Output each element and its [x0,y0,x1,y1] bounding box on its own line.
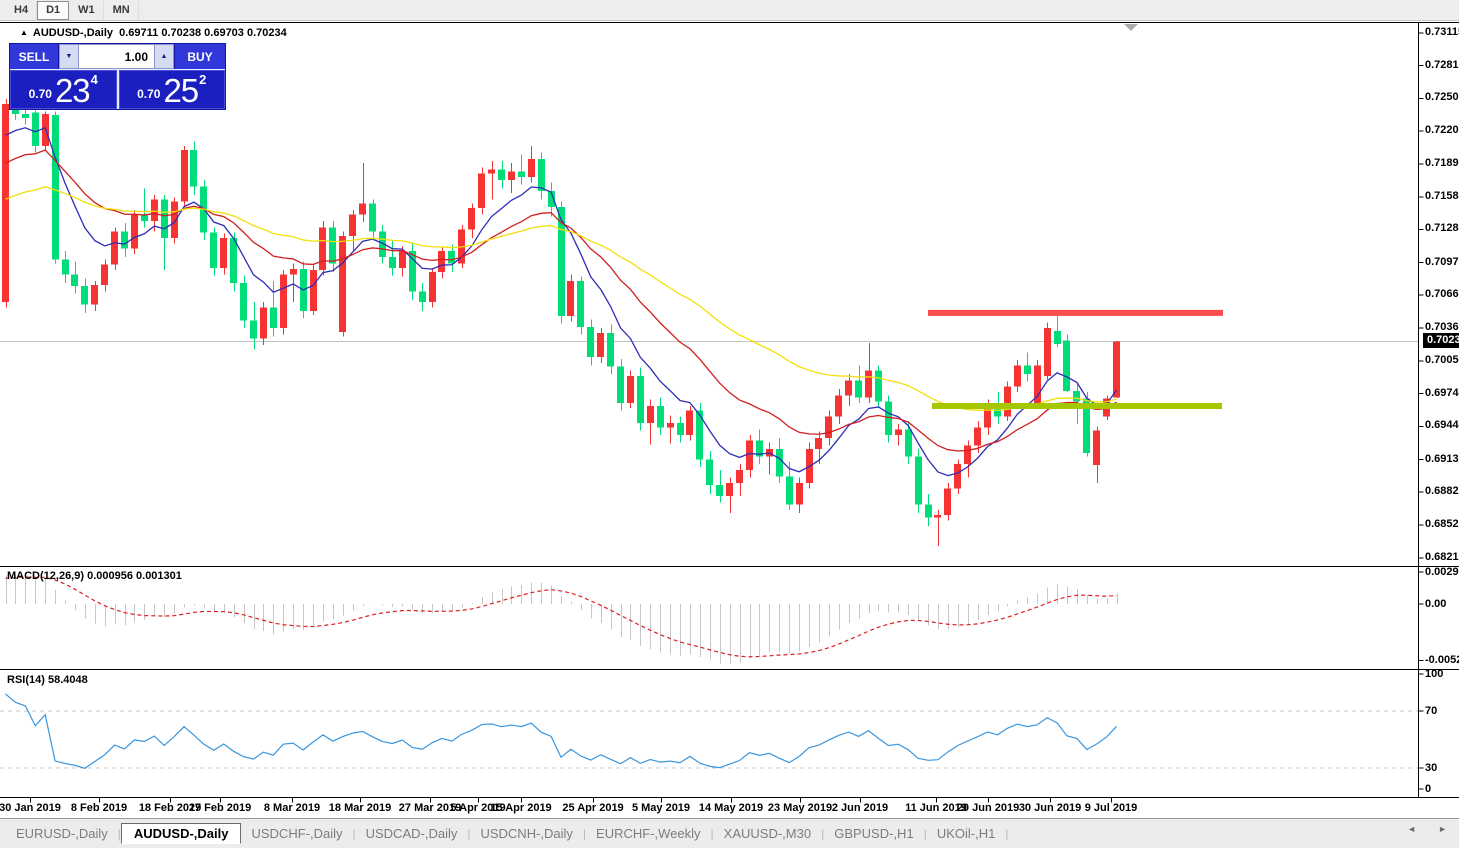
timeframe-button-mn[interactable]: MN [104,0,139,20]
price-axis-label: 0.73115 [1425,26,1459,38]
volume-increase-button[interactable]: ▲ [154,44,174,69]
scroll-position-marker-icon [1124,24,1138,31]
sell-button[interactable]: SELL [10,44,59,69]
buy-price-pip-digit: 2 [199,72,207,87]
symbol-tab-audusd-daily[interactable]: AUDUSD-,Daily [120,823,242,844]
price-axis-label: 0.70050 [1425,354,1459,367]
date-axis-label: 8 Mar 2019 [263,802,321,814]
macd-axis-label: 0.00 [1425,598,1447,610]
price-axis-label: 0.71280 [1425,222,1459,235]
date-axis-label: 20 Jun 2019 [956,802,1020,814]
price-axis-label: 0.69440 [1425,419,1459,432]
sell-price-big-digits: 23 [54,72,91,109]
volume-decrease-button[interactable]: ▼ [59,44,79,69]
price-axis-label: 0.70360 [1425,320,1459,333]
rsi-axis-label: 30 [1425,762,1438,774]
symbol-tab-xauusd-m30[interactable]: XAUUSD-,M30 [714,824,821,843]
date-axis-label: 30 Jan 2019 [0,802,61,814]
sell-price-button[interactable]: 0.70 23 4 [10,70,117,109]
date-axis-label: 30 Jun 2019 [1018,802,1082,814]
date-axis-label: 27 Feb 2019 [188,802,252,814]
volume-input[interactable] [79,44,154,69]
tab-scroll-buttons: ◄ ► [1407,824,1447,834]
timeframe-toolbar: H4 D1 W1 MN [0,0,1459,21]
buy-price-button[interactable]: 0.70 25 2 [118,70,225,109]
macd-axis-label: 0.002984 [1425,566,1459,578]
date-axis-label: 5 May 2019 [631,802,691,814]
price-axis-label: 0.68520 [1425,517,1459,530]
symbol-tab-gbpusd-h1[interactable]: GBPUSD-,H1 [824,824,923,843]
symbol-tab-usdcnh-daily[interactable]: USDCNH-,Daily [470,824,582,843]
rsi-axis-label: 100 [1425,668,1444,680]
symbol-tab-bar: EURUSD-,Daily | AUDUSD-,Daily USDCHF-,Daily… [0,818,1459,848]
date-axis-label: 8 Feb 2019 [70,802,128,814]
date-axis-label: 14 May 2019 [698,802,764,814]
date-axis-label: 23 May 2019 [767,802,833,814]
macd-indicator-label: MACD(12,26,9) 0.000956 0.001301 [7,570,182,582]
one-click-trade-panel: SELL ▼ ▲ BUY 0.70234 0.70252 [10,44,225,109]
sell-price-pip-digit: 4 [90,72,98,87]
price-axis-label: 0.71890 [1425,157,1459,170]
price-axis-label: 0.72810 [1425,58,1459,71]
price-axis-label: 0.70665 [1425,288,1459,301]
price-axis-label: 0.70970 [1425,255,1459,268]
buy-price-big-digits: 25 [163,72,199,109]
support-line[interactable] [932,403,1222,410]
price-axis-label: 0.69130 [1425,452,1459,465]
chart-drawing-surface [0,21,1459,803]
buy-price-prefix: 0.70 [137,87,161,101]
timeframe-button-d1[interactable]: D1 [37,0,70,20]
date-axis-label: 9 Jul 2019 [1084,802,1138,814]
chart-canvas [0,0,1459,853]
price-axis-label: 0.68825 [1425,485,1459,498]
symbol-marker-icon: ▲ [20,28,28,37]
price-axis-label: 0.72200 [1425,123,1459,136]
symbol-tab-eurusd-daily[interactable]: EURUSD-,Daily [6,824,118,843]
chart-title: ▲ AUDUSD-,Daily 0.69711 0.70238 0.69703 0… [20,27,287,39]
macd-axis-label: -0.005250 [1425,654,1459,667]
price-axis-label: 0.68210 [1425,551,1459,563]
sell-price-prefix: 0.70 [28,87,52,101]
symbol-tab-usdcad-daily[interactable]: USDCAD-,Daily [356,824,468,843]
symbol-tab-ukoil-h1[interactable]: UKOil-,H1 [927,824,1006,843]
resistance-line[interactable] [928,309,1223,316]
chart-symbol-period: AUDUSD-,Daily [32,27,113,39]
tab-scroll-right-icon[interactable]: ► [1438,824,1447,834]
date-axis-label: 2 Jun 2019 [831,802,889,814]
symbol-tab-usdchf-daily[interactable]: USDCHF-,Daily [241,824,352,843]
timeframe-button-h4[interactable]: H4 [5,0,38,20]
buy-button[interactable]: BUY [174,44,225,69]
price-axis-label: 0.71585 [1425,189,1459,202]
rsi-indicator-label: RSI(14) 58.4048 [7,674,88,686]
timeframe-button-w1[interactable]: W1 [69,0,104,20]
chart-ohlc-values: 0.69711 0.70238 0.69703 0.70234 [119,27,287,39]
price-axis-label: 0.72505 [1425,91,1459,104]
tab-scroll-left-icon[interactable]: ◄ [1407,824,1416,834]
tab-separator: | [1005,826,1009,841]
date-axis-label: 18 Mar 2019 [328,802,392,814]
date-axis-label: 15 Apr 2019 [490,802,552,814]
current-price-label: 0.70234 [1423,333,1459,349]
date-axis-label: 25 Apr 2019 [562,802,624,814]
symbol-tab-eurchf-weekly[interactable]: EURCHF-,Weekly [586,824,711,843]
rsi-axis-label: 0 [1425,783,1432,795]
rsi-axis-label: 70 [1425,705,1438,717]
price-axis-label: 0.69745 [1425,386,1459,399]
